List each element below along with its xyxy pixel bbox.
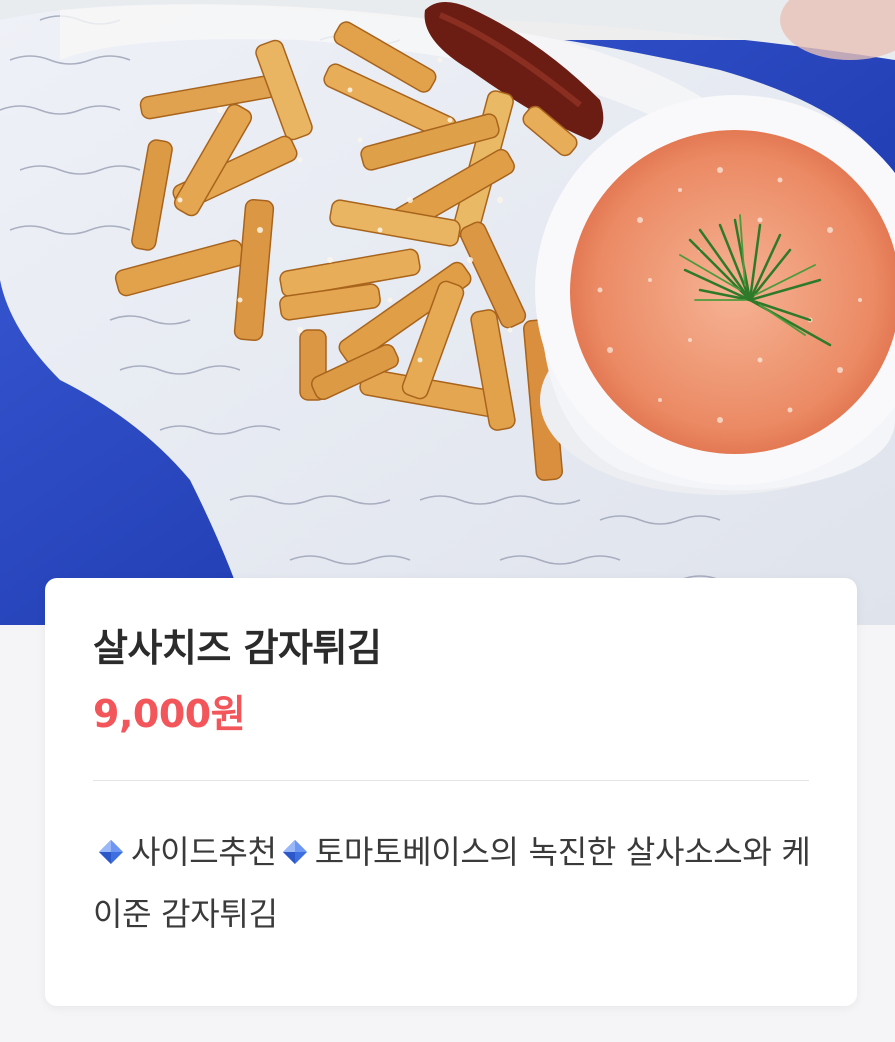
menu-item-card: 살사치즈 감자튀김 9,000원 사이드추천 토마토베이스의 녹진한 살사소스와… xyxy=(45,578,857,1006)
menu-item-photo xyxy=(0,0,895,625)
blue-diamond-icon xyxy=(99,840,123,864)
fries-photo-illustration xyxy=(0,0,895,625)
divider xyxy=(93,780,809,781)
menu-item-price: 9,000원 xyxy=(93,692,246,736)
description-tag: 사이드추천 xyxy=(131,833,277,871)
menu-item-description: 사이드추천 토마토베이스의 녹진한 살사소스와 케이준 감자튀김 xyxy=(93,821,813,945)
blue-diamond-icon xyxy=(282,840,307,864)
menu-item-name: 살사치즈 감자튀김 xyxy=(93,626,382,670)
